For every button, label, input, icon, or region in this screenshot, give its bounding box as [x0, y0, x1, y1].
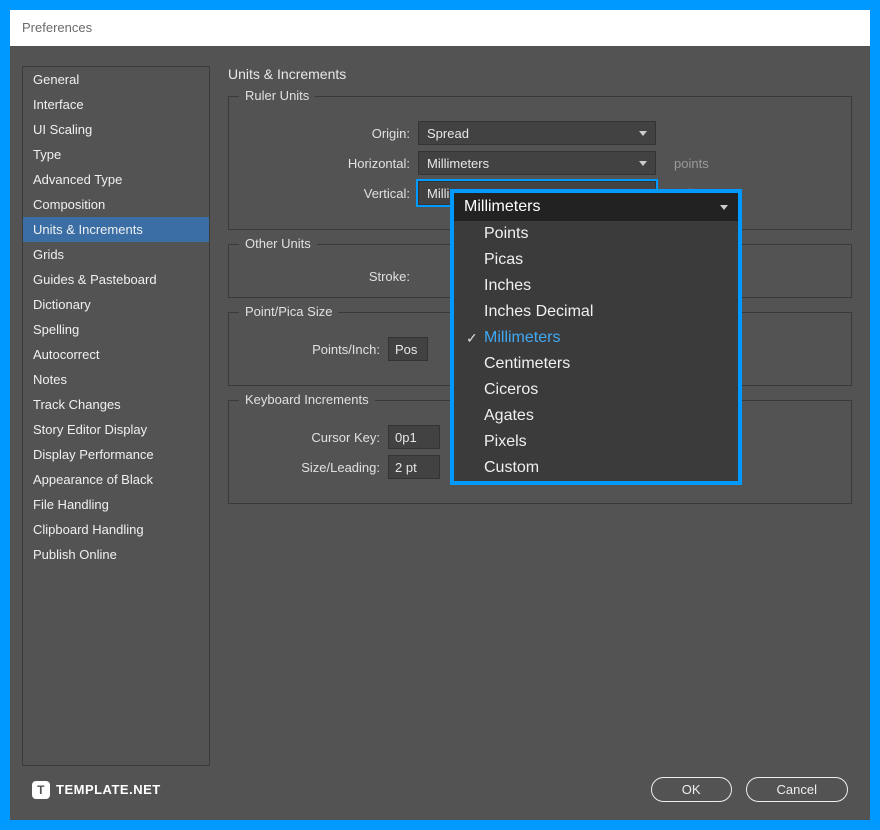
logo: T TEMPLATE.NET — [32, 781, 161, 799]
dropdown-option[interactable]: Centimeters — [454, 351, 738, 377]
label-cursor-key: Cursor Key: — [243, 430, 388, 445]
sidebar-item[interactable]: File Handling — [23, 492, 209, 517]
sidebar-item[interactable]: UI Scaling — [23, 117, 209, 142]
chevron-down-icon — [720, 205, 728, 210]
label-points-inch: Points/Inch: — [243, 342, 388, 357]
ok-button[interactable]: OK — [651, 777, 732, 802]
dropdown-option-label: Agates — [484, 407, 534, 425]
sidebar-item[interactable]: Type — [23, 142, 209, 167]
section-label-point-pica: Point/Pica Size — [239, 304, 338, 319]
sidebar-item[interactable]: Appearance of Black — [23, 467, 209, 492]
section-label-other-units: Other Units — [239, 236, 317, 251]
dropdown-option-label: Centimeters — [484, 355, 570, 373]
sidebar-item[interactable]: Autocorrect — [23, 342, 209, 367]
sidebar-item[interactable]: Interface — [23, 92, 209, 117]
dropdown-option[interactable]: Agates — [454, 403, 738, 429]
logo-icon: T — [32, 781, 50, 799]
section-label-ruler-units: Ruler Units — [239, 88, 315, 103]
sidebar-item[interactable]: Track Changes — [23, 392, 209, 417]
sidebar-item[interactable]: Grids — [23, 242, 209, 267]
label-size-leading: Size/Leading: — [243, 460, 388, 475]
dropdown-option-label: Inches Decimal — [484, 303, 593, 321]
dropdown-option[interactable]: Pixels — [454, 429, 738, 455]
size-leading-input[interactable]: 2 pt — [388, 455, 440, 479]
origin-value: Spread — [427, 126, 469, 141]
sidebar-item[interactable]: General — [23, 67, 209, 92]
label-horizontal: Horizontal: — [243, 156, 418, 171]
sidebar-item[interactable]: Clipboard Handling — [23, 517, 209, 542]
dropdown-option[interactable]: Inches — [454, 273, 738, 299]
dropdown-option[interactable]: Ciceros — [454, 377, 738, 403]
sidebar-item[interactable]: Notes — [23, 367, 209, 392]
sidebar-item[interactable]: Advanced Type — [23, 167, 209, 192]
label-origin: Origin: — [243, 126, 418, 141]
chevron-down-icon — [639, 161, 647, 166]
cancel-button[interactable]: Cancel — [746, 777, 848, 802]
horizontal-suffix: points — [674, 156, 709, 171]
dropdown-option[interactable]: ✓Millimeters — [454, 325, 738, 351]
dropdown-option-label: Millimeters — [484, 329, 560, 347]
horizontal-dropdown[interactable]: Millimeters — [418, 151, 656, 175]
dropdown-option-label: Points — [484, 225, 528, 243]
sidebar-item[interactable]: Guides & Pasteboard — [23, 267, 209, 292]
section-label-keyboard-increments: Keyboard Increments — [239, 392, 375, 407]
vertical-units-dropdown-list: Millimeters Points Picas Inches Inches Deci… — [450, 189, 742, 485]
dropdown-option-label: Custom — [484, 459, 539, 477]
sidebar-item[interactable]: Publish Online — [23, 542, 209, 567]
preferences-window: Preferences GeneralInterfaceUI ScalingTy… — [10, 10, 870, 820]
dropdown-option-label: Picas — [484, 251, 523, 269]
dropdown-current[interactable]: Millimeters — [454, 193, 738, 221]
sidebar-item[interactable]: Spelling — [23, 317, 209, 342]
dropdown-option-label: Pixels — [484, 433, 527, 451]
horizontal-value: Millimeters — [427, 156, 489, 171]
sidebar-item[interactable]: Dictionary — [23, 292, 209, 317]
chevron-down-icon — [639, 131, 647, 136]
dropdown-current-label: Millimeters — [464, 198, 540, 216]
dropdown-option[interactable]: Custom — [454, 455, 738, 481]
window-title: Preferences — [10, 10, 870, 46]
cursor-key-input[interactable]: 0p1 — [388, 425, 440, 449]
sidebar: GeneralInterfaceUI ScalingTypeAdvanced T… — [22, 66, 210, 766]
label-vertical: Vertical: — [243, 186, 418, 201]
check-icon: ✓ — [466, 330, 484, 347]
footer: T TEMPLATE.NET OK Cancel — [10, 777, 870, 802]
dropdown-option[interactable]: Picas — [454, 247, 738, 273]
dropdown-option[interactable]: Inches Decimal — [454, 299, 738, 325]
dropdown-option-label: Ciceros — [484, 381, 538, 399]
sidebar-item[interactable]: Composition — [23, 192, 209, 217]
sidebar-item[interactable]: Story Editor Display — [23, 417, 209, 442]
panel-title: Units & Increments — [228, 66, 852, 82]
sidebar-item[interactable]: Units & Increments — [23, 217, 209, 242]
points-inch-input[interactable]: Pos — [388, 337, 428, 361]
origin-dropdown[interactable]: Spread — [418, 121, 656, 145]
dropdown-option-label: Inches — [484, 277, 531, 295]
label-stroke: Stroke: — [243, 269, 418, 284]
sidebar-item[interactable]: Display Performance — [23, 442, 209, 467]
logo-text: TEMPLATE.NET — [56, 782, 161, 797]
dropdown-option[interactable]: Points — [454, 221, 738, 247]
